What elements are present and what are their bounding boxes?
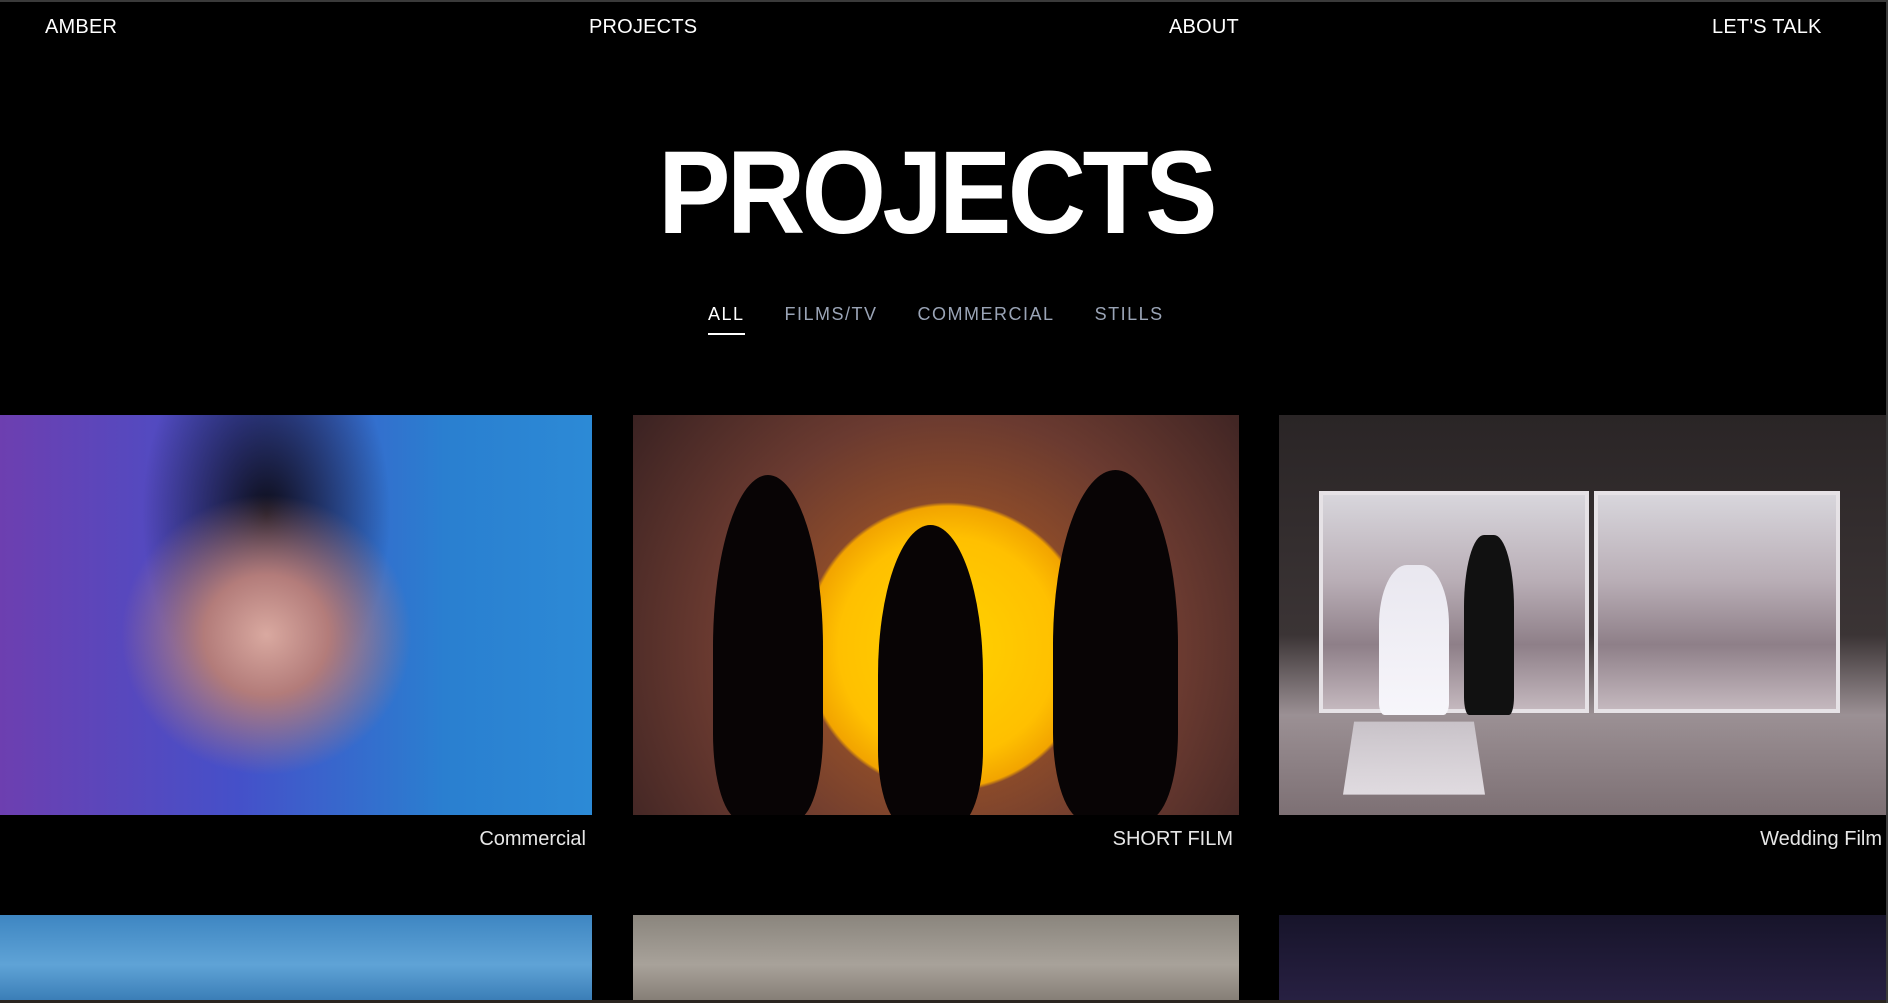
- project-thumbnail[interactable]: [1279, 915, 1888, 1003]
- project-label[interactable]: Wedding Film: [1760, 828, 1882, 851]
- project-label[interactable]: Commercial: [479, 828, 586, 851]
- page-title: PROJECTS: [658, 127, 1217, 259]
- filter-tab-stills[interactable]: STILLS: [1095, 304, 1164, 335]
- filter-tab-commercial[interactable]: COMMERCIAL: [918, 304, 1055, 335]
- nav-projects-link[interactable]: PROJECTS: [589, 16, 697, 39]
- page: AMBER PROJECTS ABOUT LET'S TALK PROJECTS…: [0, 0, 1888, 1003]
- project-thumbnail[interactable]: [0, 915, 592, 1003]
- nav-about-link[interactable]: ABOUT: [1169, 16, 1239, 39]
- top-navigation: AMBER PROJECTS ABOUT LET'S TALK: [0, 2, 1888, 58]
- project-thumbnail[interactable]: [633, 415, 1239, 815]
- window-frame: [1594, 491, 1840, 713]
- project-thumbnail[interactable]: [0, 415, 592, 815]
- bride-figure: [1379, 565, 1449, 715]
- groom-figure: [1464, 535, 1514, 715]
- project-thumbnail[interactable]: [1279, 415, 1888, 815]
- silhouette-figure: [1053, 470, 1178, 815]
- project-thumbnail[interactable]: [633, 915, 1239, 1003]
- filter-tab-all[interactable]: ALL: [708, 304, 745, 335]
- walkway: [1342, 721, 1486, 795]
- window-frame: [1319, 491, 1589, 713]
- brand-link[interactable]: AMBER: [45, 16, 117, 39]
- filter-tabs: ALL FILMS/TV COMMERCIAL STILLS: [708, 304, 1164, 335]
- project-label[interactable]: SHORT FILM: [1113, 828, 1233, 851]
- filter-tab-films-tv[interactable]: FILMS/TV: [785, 304, 878, 335]
- nav-lets-talk-link[interactable]: LET'S TALK: [1712, 16, 1822, 39]
- silhouette-figure: [878, 525, 983, 815]
- silhouette-figure: [713, 475, 823, 815]
